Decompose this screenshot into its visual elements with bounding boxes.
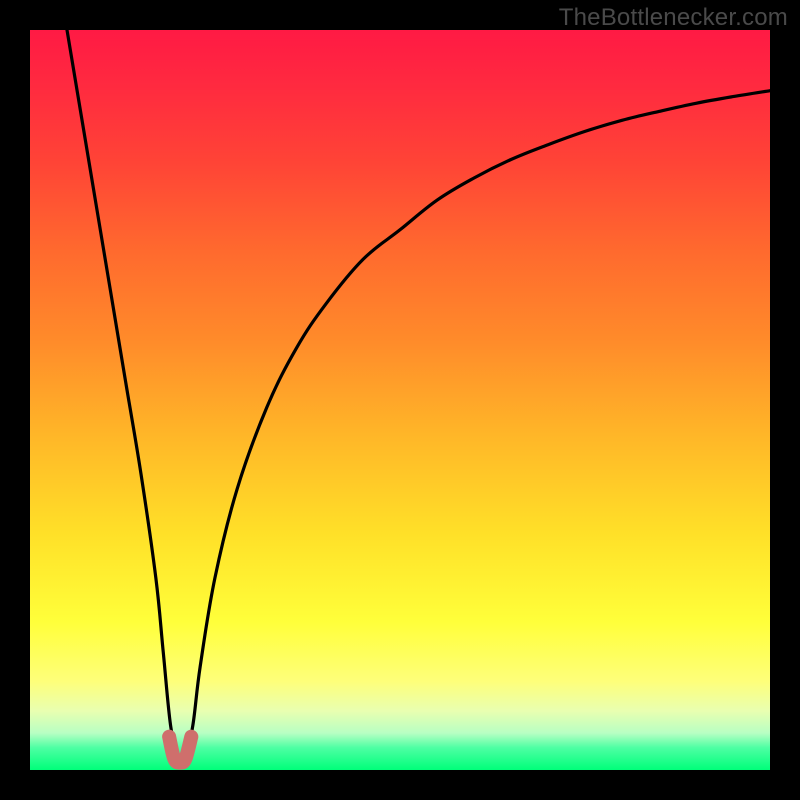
- optimal-marker: [169, 737, 191, 763]
- chart-frame: TheBottlenecker.com: [0, 0, 800, 800]
- curve-layer: [30, 30, 770, 770]
- plot-area: [30, 30, 770, 770]
- watermark-text: TheBottlenecker.com: [559, 4, 788, 32]
- bottleneck-curve: [67, 30, 770, 759]
